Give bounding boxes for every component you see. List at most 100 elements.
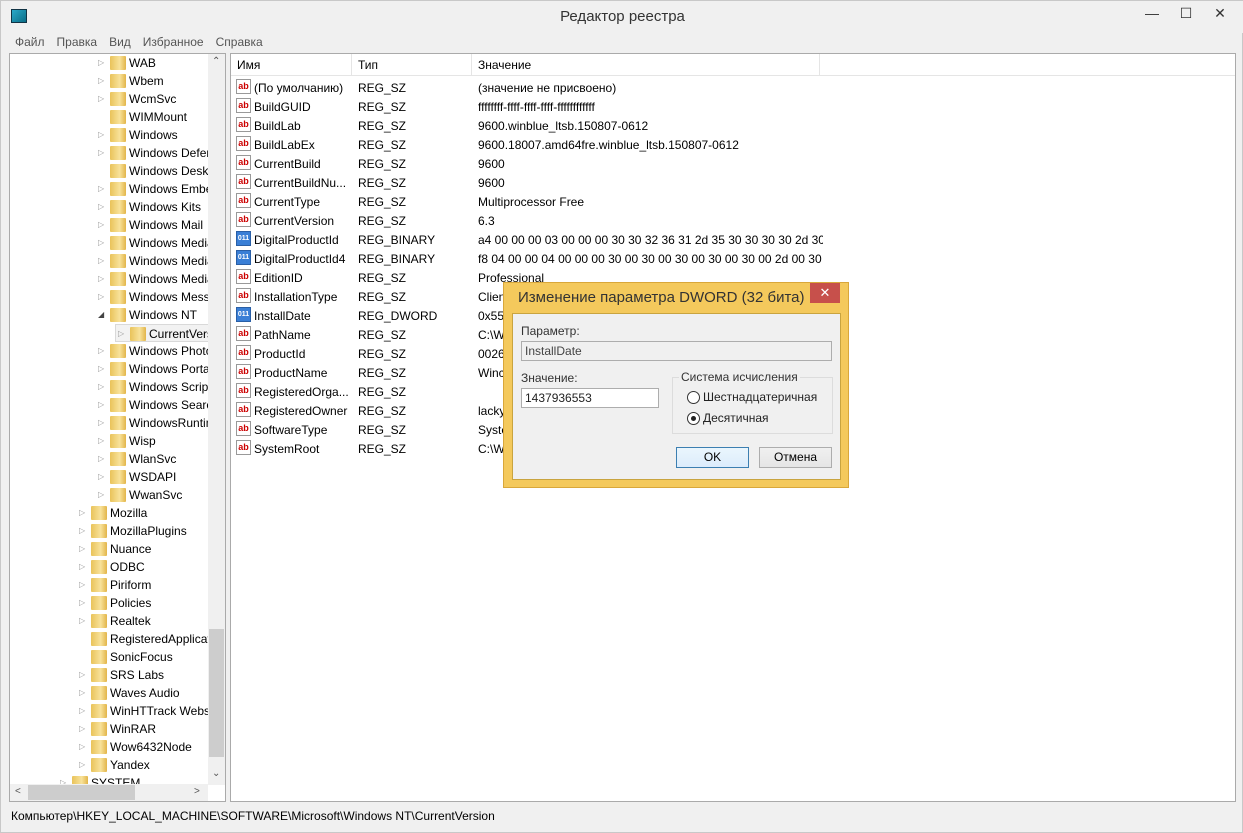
expand-arrow-icon[interactable]: ▷ xyxy=(98,90,106,108)
tree-item[interactable]: ▷ Windows Media Player NSS xyxy=(96,270,208,288)
expand-arrow-icon[interactable]: ▷ xyxy=(98,342,106,360)
tree-item[interactable]: ▷ Policies xyxy=(77,594,208,612)
tree-item[interactable]: ▷ Nuance xyxy=(77,540,208,558)
expand-arrow-icon[interactable]: ▷ xyxy=(98,54,106,72)
list-row[interactable]: 011 DigitalProductId4 REG_BINARY f8 04 00 0… xyxy=(231,250,1235,269)
tree-item[interactable]: ▷ WcmSvc xyxy=(96,90,208,108)
tree-item[interactable]: ▷ Yandex xyxy=(77,756,208,774)
tree-item[interactable]: ▷ Windows Messaging Subsystem xyxy=(96,288,208,306)
expand-arrow-icon[interactable]: ▷ xyxy=(98,72,106,90)
scroll-up-icon[interactable]: ⌃ xyxy=(212,56,220,67)
tree-item[interactable]: ▷ Windows Media Device Manager xyxy=(96,234,208,252)
tree-item[interactable]: ▷ SRS Labs xyxy=(77,666,208,684)
expand-arrow-icon[interactable]: ▷ xyxy=(79,666,87,684)
list-row[interactable]: ab CurrentType REG_SZ Multiprocessor Free xyxy=(231,193,1235,212)
tree-item[interactable]: ▷ Windows Kits xyxy=(96,198,208,216)
tree-horizontal-scrollbar[interactable]: < > xyxy=(10,784,208,801)
tree-horizontal-scroll-thumb[interactable] xyxy=(28,785,135,800)
maximize-button[interactable]: ☐ xyxy=(1171,5,1201,22)
menu-help[interactable]: Справка xyxy=(210,33,269,51)
expand-arrow-icon[interactable]: ▷ xyxy=(98,450,106,468)
tree-item[interactable]: ▷ Realtek xyxy=(77,612,208,630)
tree-item[interactable]: ▷ Windows Media Foundation xyxy=(96,252,208,270)
expand-arrow-icon[interactable]: ▷ xyxy=(79,612,87,630)
tree-item[interactable]: ▷ WlanSvc xyxy=(96,450,208,468)
list-row[interactable]: 011 DigitalProductId REG_BINARY a4 00 00 00… xyxy=(231,231,1235,250)
value-input[interactable]: 1437936553 xyxy=(521,388,659,408)
tree-item[interactable]: ▷ Windows Photo Viewer xyxy=(96,342,208,360)
expand-arrow-icon[interactable]: ▷ xyxy=(98,468,106,486)
expand-arrow-icon[interactable]: ▷ xyxy=(79,522,87,540)
ok-button[interactable]: OK xyxy=(676,447,749,468)
expand-arrow-icon[interactable]: ▷ xyxy=(79,558,87,576)
tree-item[interactable]: ▷ Windows Defender xyxy=(96,144,208,162)
menu-file[interactable]: Файл xyxy=(9,33,51,51)
expand-arrow-icon[interactable]: ▷ xyxy=(98,216,106,234)
column-header-value[interactable]: Значение xyxy=(472,54,820,76)
expand-arrow-icon[interactable]: ▷ xyxy=(98,144,106,162)
tree-item[interactable]: ▷ Windows Search xyxy=(96,396,208,414)
expand-arrow-icon[interactable]: ▷ xyxy=(98,414,106,432)
list-row[interactable]: ab CurrentVersion REG_SZ 6.3 xyxy=(231,212,1235,231)
expand-arrow-icon[interactable]: ▷ xyxy=(79,702,87,720)
expand-arrow-icon[interactable]: ▷ xyxy=(79,504,87,522)
expand-arrow-icon[interactable]: ▷ xyxy=(79,594,87,612)
tree-item[interactable]: ▷ Windows Script Host xyxy=(96,378,208,396)
tree-item[interactable]: ▷ WwanSvc xyxy=(96,486,208,504)
list-row[interactable]: ab BuildLabEx REG_SZ 9600.18007.amd64fre.wi… xyxy=(231,136,1235,155)
hex-radio[interactable] xyxy=(687,391,700,404)
cancel-button[interactable]: Отмена xyxy=(759,447,832,468)
expand-arrow-icon[interactable]: ▷ xyxy=(98,126,106,144)
tree-item[interactable]: ▷ ODBC xyxy=(77,558,208,576)
tree-item[interactable]: WIMMount xyxy=(96,108,208,126)
expand-arrow-icon[interactable]: ▷ xyxy=(79,738,87,756)
tree-item[interactable]: ▷ Windows Embedded xyxy=(96,180,208,198)
tree-item[interactable]: ▷ WinRAR xyxy=(77,720,208,738)
expand-arrow-icon[interactable]: ▷ xyxy=(98,396,106,414)
tree-item[interactable]: ▷ WinHTTrack Website Copier xyxy=(77,702,208,720)
tree-item[interactable]: ▷ WAB xyxy=(96,54,208,72)
expand-arrow-icon[interactable]: ▷ xyxy=(98,234,106,252)
tree-item[interactable]: ▷ WSDAPI xyxy=(96,468,208,486)
tree-item[interactable]: ▷ Mozilla xyxy=(77,504,208,522)
expand-arrow-icon[interactable]: ▷ xyxy=(98,252,106,270)
tree-item[interactable]: ▷ Piriform xyxy=(77,576,208,594)
column-header-name[interactable]: Имя xyxy=(231,54,352,76)
expand-arrow-icon[interactable]: ▷ xyxy=(98,432,106,450)
minimize-button[interactable]: — xyxy=(1137,5,1167,21)
collapse-arrow-icon[interactable]: ◢ xyxy=(98,306,106,324)
tree-item[interactable]: ▷ WindowsRuntime xyxy=(96,414,208,432)
expand-arrow-icon[interactable]: ▷ xyxy=(79,540,87,558)
tree-item[interactable]: SonicFocus xyxy=(77,648,208,666)
hex-radio-label[interactable]: Шестнадцатеричная xyxy=(703,390,817,404)
expand-arrow-icon[interactable]: ▷ xyxy=(98,180,106,198)
scroll-left-icon[interactable]: < xyxy=(15,786,21,797)
expand-arrow-icon[interactable]: ▷ xyxy=(98,270,106,288)
expand-arrow-icon[interactable]: ▷ xyxy=(98,378,106,396)
tree-item[interactable]: ▷ Wisp xyxy=(96,432,208,450)
list-row[interactable]: ab CurrentBuildNu... REG_SZ 9600 xyxy=(231,174,1235,193)
expand-arrow-icon[interactable]: ▷ xyxy=(79,684,87,702)
dec-radio[interactable] xyxy=(687,412,700,425)
expand-arrow-icon[interactable]: ▷ xyxy=(98,288,106,306)
list-row[interactable]: ab BuildGUID REG_SZ ffffffff-ffff-ffff-ffff… xyxy=(231,98,1235,117)
close-button[interactable]: ✕ xyxy=(1205,5,1235,22)
expand-arrow-icon[interactable]: ▷ xyxy=(118,325,126,343)
tree-item[interactable]: ▷ Windows xyxy=(96,126,208,144)
tree-item[interactable]: ▷ Wow6432Node xyxy=(77,738,208,756)
expand-arrow-icon[interactable]: ▷ xyxy=(79,576,87,594)
tree-item[interactable]: ▷ Windows Mail xyxy=(96,216,208,234)
tree-item[interactable]: RegisteredApplications xyxy=(77,630,208,648)
column-header-type[interactable]: Тип xyxy=(352,54,472,76)
scroll-down-icon[interactable]: ⌄ xyxy=(212,768,220,779)
expand-arrow-icon[interactable]: ▷ xyxy=(98,486,106,504)
tree-item[interactable]: ◢ Windows NT xyxy=(96,306,208,324)
tree-item[interactable]: Windows Desktop Search xyxy=(96,162,208,180)
tree-item[interactable]: ▷ Windows Portable Devices xyxy=(96,360,208,378)
expand-arrow-icon[interactable]: ▷ xyxy=(79,720,87,738)
expand-arrow-icon[interactable]: ▷ xyxy=(98,198,106,216)
expand-arrow-icon[interactable]: ▷ xyxy=(79,756,87,774)
menu-edit[interactable]: Правка xyxy=(51,33,104,51)
menu-favorites[interactable]: Избранное xyxy=(137,33,210,51)
tree-vertical-scroll-thumb[interactable] xyxy=(209,629,224,757)
